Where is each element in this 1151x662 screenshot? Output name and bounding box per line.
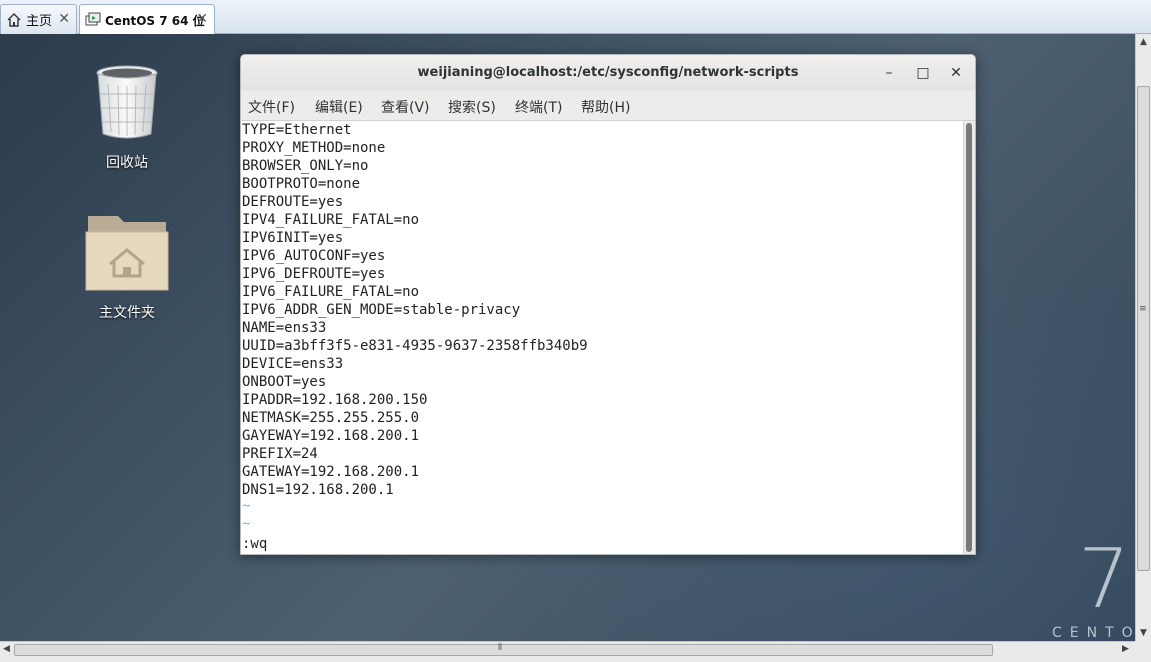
config-line: NETMASK=255.255.255.0 [242,410,420,426]
desktop-icon-home-folder[interactable]: 主文件夹 [77,212,177,322]
status-strip [0,658,1151,662]
config-line: DEVICE=ens33 [242,356,344,372]
maximize-button[interactable]: □ [913,63,933,83]
minimize-button[interactable]: – [879,63,899,83]
config-line: IPV6_ADDR_GEN_MODE=stable-privacy [242,302,521,318]
config-line: IPV4_FAILURE_FATAL=no [242,212,420,228]
vertical-scrollbar[interactable]: ▲ ≡ ▼ [1135,34,1151,641]
menu-help[interactable]: 帮助(H) [581,97,630,117]
centos-seven-logo: 7 [1078,532,1131,627]
desktop: 回收站 主文件夹 7 CENTO weijianing@localhost:/e… [0,34,1135,641]
home-folder-icon [85,216,169,291]
config-line: DEFROUTE=yes [242,194,344,210]
config-line: NAME=ens33 [242,320,327,336]
terminal-window[interactable]: weijianing@localhost:/etc/sysconfig/netw… [240,54,976,555]
config-line: BROWSER_ONLY=no [242,158,369,174]
grip-icon: ≡ [1139,304,1147,314]
centos-wordmark: CENTO [1052,625,1135,641]
config-line: UUID=a3bff3f5-e831-4935-9637-2358ffb340b… [242,338,588,354]
config-line: PROXY_METHOD=none [242,140,386,156]
config-line: PREFIX=24 [242,446,318,462]
desktop-icon-label: 主文件夹 [99,305,155,321]
close-button[interactable]: ✕ [946,63,966,83]
scrollbar-thumb[interactable] [1137,86,1150,571]
menu-edit[interactable]: 编辑(E) [315,97,363,117]
empty-line-tilde: ~ [242,516,251,532]
empty-line-tilde: ~ [242,498,251,514]
config-line: GATEWAY=192.168.200.1 [242,464,420,480]
menu-file[interactable]: 文件(F) [248,97,295,117]
tab-home-label: 主页 [26,14,53,29]
config-line: IPV6_FAILURE_FATAL=no [242,284,420,300]
desktop-icon-trash[interactable]: 回收站 [77,64,177,172]
trash-icon [96,65,158,139]
scrollbar-thumb[interactable] [966,123,972,552]
menu-terminal[interactable]: 终端(T) [515,97,562,117]
close-icon[interactable]: ✕ [58,11,70,27]
scrollbar-thumb[interactable] [14,644,993,656]
terminal-scrollbar[interactable] [963,121,975,554]
config-line: IPV6_AUTOCONF=yes [242,248,386,264]
window-title: weijianing@localhost:/etc/sysconfig/netw… [417,65,799,80]
vm-icon [85,12,101,28]
vm-tab-bar: 主页 ✕ CentOS 7 64 位 ✕ [0,0,1151,35]
config-line: DNS1=192.168.200.1 [242,482,394,498]
menu-view[interactable]: 查看(V) [381,97,430,117]
scroll-up-icon[interactable]: ▲ [1140,37,1147,47]
scroll-left-icon[interactable]: ◀ [3,644,10,654]
terminal-menubar: 文件(F) 编辑(E) 查看(V) 搜索(S) 终端(T) 帮助(H) [241,91,975,121]
terminal-content[interactable]: TYPE=Ethernet PROXY_METHOD=none BROWSER_… [241,121,963,554]
grip-icon: ⦀ [498,643,502,653]
config-line: IPV6INIT=yes [242,230,344,246]
config-line: TYPE=Ethernet [242,122,352,138]
config-line: IPADDR=192.168.200.150 [242,392,428,408]
tab-centos-label: CentOS 7 64 位 [105,13,205,28]
config-line: GAYEWAY=192.168.200.1 [242,428,420,444]
horizontal-scrollbar[interactable]: ◀ ⦀ ▶ [0,641,1135,658]
desktop-icon-label: 回收站 [106,155,148,171]
tab-home[interactable]: 主页 ✕ [0,4,77,34]
tab-centos[interactable]: CentOS 7 64 位 ✕ [79,4,215,35]
home-icon [6,12,22,28]
config-line: IPV6_DEFROUTE=yes [242,266,386,282]
terminal-titlebar[interactable]: weijianing@localhost:/etc/sysconfig/netw… [241,55,975,92]
config-line: ONBOOT=yes [242,374,327,390]
scroll-right-icon[interactable]: ▶ [1122,644,1129,654]
vim-command-line[interactable]: :wq [242,535,267,553]
scroll-down-icon[interactable]: ▼ [1140,628,1147,638]
close-icon[interactable]: ✕ [196,11,208,27]
config-line: BOOTPROTO=none [242,176,361,192]
menu-search[interactable]: 搜索(S) [448,97,496,117]
